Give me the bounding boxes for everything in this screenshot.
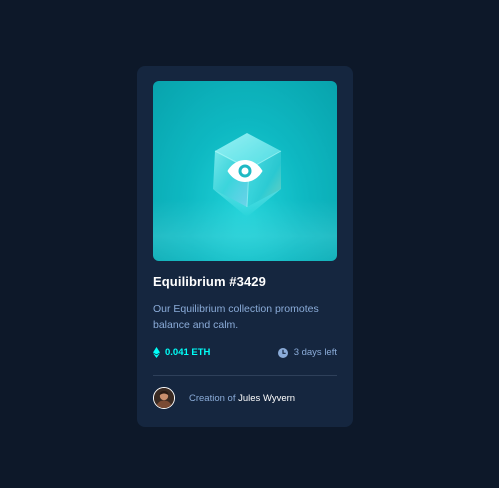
nft-meta-row: 0.041 ETH 3 days left [153,347,337,361]
creator-text: Creation of Jules Wyvern [189,393,295,404]
nft-description: Our Equilibrium collection promotes bala… [153,303,319,331]
page: Equilibrium #3429 Our Equilibrium collec… [0,0,499,488]
nft-image[interactable] [153,81,337,261]
creator-attribution: Creation of Jules Wyvern [153,387,295,409]
time-left-value: 3 days left [293,347,337,358]
avatar [153,387,175,409]
nft-title[interactable]: Equilibrium #3429 [153,274,266,289]
creator-prefix: Creation of [189,392,239,404]
nft-preview-card: Equilibrium #3429 Our Equilibrium collec… [137,66,353,427]
price: 0.041 ETH [153,347,210,358]
time-left: 3 days left [277,347,337,358]
price-value: 0.041 ETH [165,347,211,358]
clock-icon [277,347,288,358]
eye-icon [227,160,263,182]
creator-name-link[interactable]: Jules Wyvern [238,393,295,404]
divider [153,375,337,376]
ethereum-icon [153,347,160,358]
